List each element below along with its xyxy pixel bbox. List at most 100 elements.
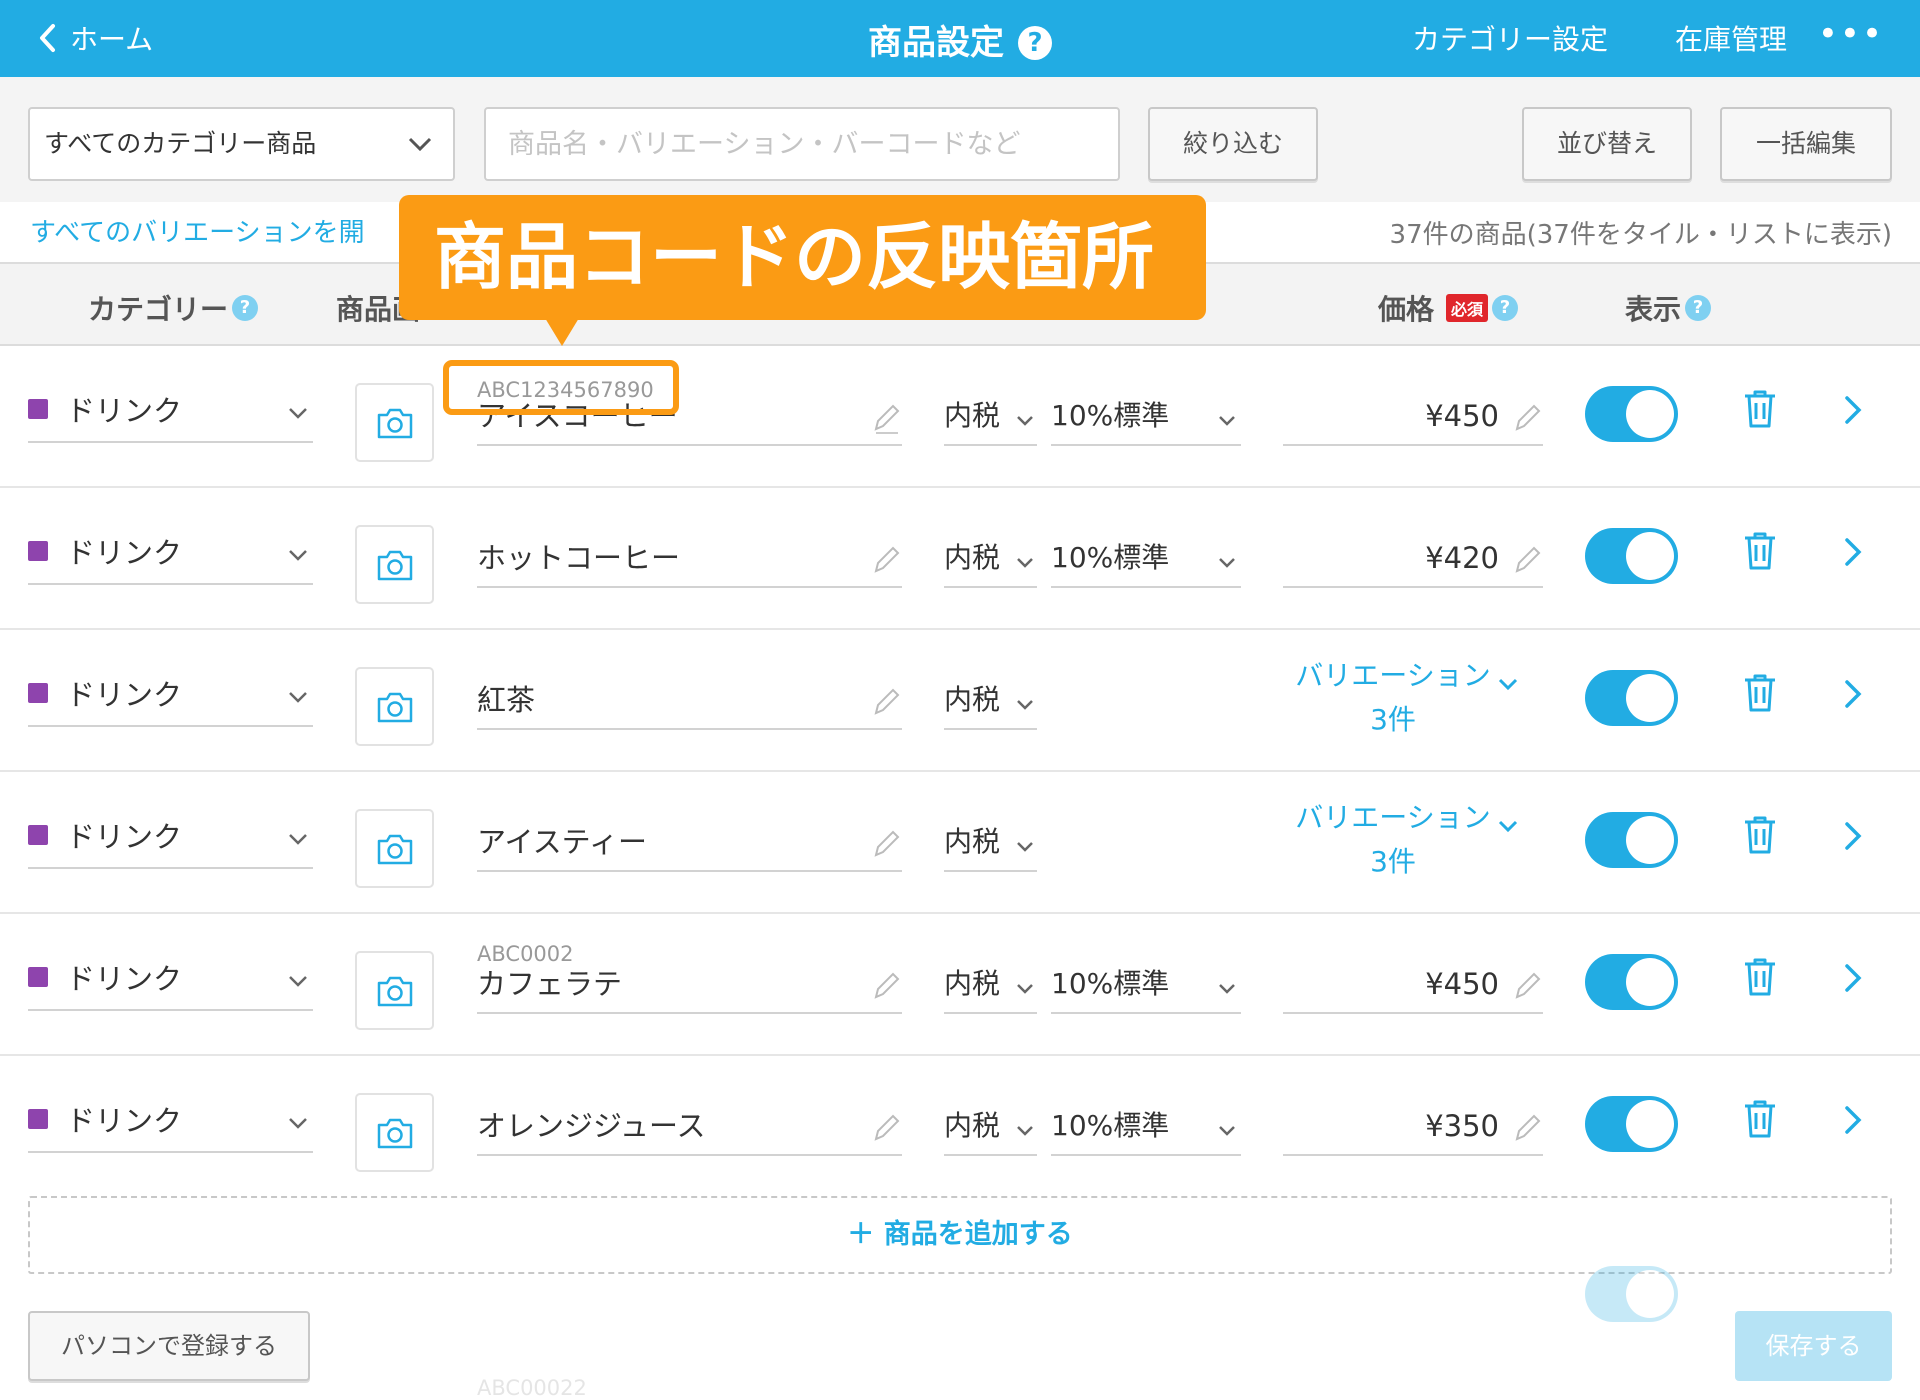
tax-rate-value: 10%標準 xyxy=(1051,399,1170,432)
chevron-down-icon xyxy=(1015,1103,1035,1171)
chevron-down-icon[interactable] xyxy=(1496,814,1520,844)
trash-icon[interactable] xyxy=(1742,956,1778,1002)
tax-rate-select[interactable]: 10%標準 xyxy=(1051,1101,1241,1156)
price-value: ¥450 xyxy=(1425,399,1499,433)
nav-inventory[interactable]: 在庫管理 xyxy=(1675,18,1787,58)
camera-icon[interactable] xyxy=(355,667,434,746)
tax-type-select[interactable]: 内税 xyxy=(944,817,1037,872)
filter-bar: すべてのカテゴリー商品 絞り込む 並び替え 一括編集 xyxy=(0,77,1920,202)
display-toggle[interactable] xyxy=(1585,528,1678,584)
chevron-right-icon[interactable] xyxy=(1843,1104,1863,1140)
product-name-field[interactable]: 紅茶 xyxy=(477,675,902,730)
camera-icon[interactable] xyxy=(355,383,434,462)
camera-icon[interactable] xyxy=(355,525,434,604)
tax-type-select[interactable]: 内税 xyxy=(944,391,1037,446)
camera-icon[interactable] xyxy=(355,951,434,1030)
add-product-button[interactable]: ＋ 商品を追加する xyxy=(28,1196,1892,1274)
question-circle-icon[interactable]: ? xyxy=(1685,295,1712,321)
product-name-field[interactable]: ホットコーヒー xyxy=(477,533,902,588)
display-toggle[interactable] xyxy=(1585,954,1678,1010)
category-select[interactable]: ドリンク xyxy=(28,807,313,869)
camera-icon[interactable] xyxy=(355,1093,434,1172)
save-button[interactable]: 保存する xyxy=(1735,1311,1892,1381)
tax-type-value: 内税 xyxy=(944,825,1001,858)
pencil-icon xyxy=(872,1105,900,1160)
trash-icon[interactable] xyxy=(1742,672,1778,718)
tax-type-select[interactable]: 内税 xyxy=(944,675,1037,730)
variation-toggle[interactable]: バリエーション 3件 xyxy=(1278,654,1508,742)
pencil-icon xyxy=(872,821,900,876)
chevron-right-icon[interactable] xyxy=(1843,536,1863,572)
chevron-right-icon[interactable] xyxy=(1843,962,1863,998)
product-name-field[interactable]: カフェラテ xyxy=(477,959,902,1014)
product-count: 37件の商品(37件をタイル・リストに表示) xyxy=(1389,220,1892,250)
category-select[interactable]: ドリンク xyxy=(28,949,313,1011)
footer-bar: パソコンで登録する 保存する xyxy=(0,1286,1920,1400)
chevron-down-icon xyxy=(1015,535,1035,603)
category-select[interactable]: ドリンク xyxy=(28,665,313,727)
pencil-icon xyxy=(872,679,900,734)
category-filter-select[interactable]: すべてのカテゴリー商品 xyxy=(28,107,455,181)
question-circle-icon[interactable]: ? xyxy=(232,295,259,321)
more-icon[interactable]: ••• xyxy=(1818,14,1884,54)
category-select[interactable]: ドリンク xyxy=(28,381,313,443)
column-category-label: カテゴリー xyxy=(88,293,229,326)
nav-category-settings[interactable]: カテゴリー設定 xyxy=(1412,18,1608,58)
help-icon[interactable]: ? xyxy=(1018,26,1052,60)
price-field[interactable]: ¥450 xyxy=(1283,959,1543,1014)
trash-icon[interactable] xyxy=(1742,1098,1778,1144)
trash-icon[interactable] xyxy=(1742,388,1778,434)
category-select[interactable]: ドリンク xyxy=(28,523,313,585)
sort-button[interactable]: 並び替え xyxy=(1522,107,1692,181)
narrow-button[interactable]: 絞り込む xyxy=(1148,107,1318,181)
top-bar: ホーム 商品設定? カテゴリー設定 在庫管理 ••• xyxy=(0,0,1920,77)
trash-icon[interactable] xyxy=(1742,814,1778,860)
register-on-pc-button[interactable]: パソコンで登録する xyxy=(28,1311,310,1381)
camera-icon[interactable] xyxy=(355,809,434,888)
display-toggle[interactable] xyxy=(1585,670,1678,726)
variation-count: 3件 xyxy=(1370,703,1416,736)
product-name-field[interactable]: アイスティー xyxy=(477,817,902,872)
tax-type-select[interactable]: 内税 xyxy=(944,1101,1037,1156)
price-field[interactable]: ¥450 xyxy=(1283,391,1543,446)
pencil-icon xyxy=(872,963,900,1018)
pencil-icon xyxy=(1513,963,1541,1018)
category-select[interactable]: ドリンク xyxy=(28,1091,313,1153)
chevron-down-icon xyxy=(1217,535,1237,603)
display-toggle[interactable] xyxy=(1585,1096,1678,1152)
tax-rate-select[interactable]: 10%標準 xyxy=(1051,959,1241,1014)
tax-rate-select[interactable]: 10%標準 xyxy=(1051,391,1241,446)
toggle-knob xyxy=(1626,1100,1674,1148)
pencil-icon xyxy=(1513,395,1541,450)
display-toggle[interactable] xyxy=(1585,812,1678,868)
price-field[interactable]: ¥420 xyxy=(1283,533,1543,588)
tax-type-value: 内税 xyxy=(944,683,1001,716)
chevron-down-icon xyxy=(1217,961,1237,1029)
product-name-field[interactable]: オレンジジュース xyxy=(477,1101,902,1156)
tax-type-select[interactable]: 内税 xyxy=(944,959,1037,1014)
tax-type-select[interactable]: 内税 xyxy=(944,533,1037,588)
price-field[interactable]: ¥350 xyxy=(1283,1101,1543,1156)
chevron-down-icon[interactable] xyxy=(1496,672,1520,702)
chevron-down-icon xyxy=(1015,819,1035,887)
category-color-swatch xyxy=(28,1109,48,1129)
toggle-knob xyxy=(1626,390,1674,438)
chevron-right-icon[interactable] xyxy=(1843,820,1863,856)
category-color-swatch xyxy=(28,683,48,703)
display-toggle[interactable] xyxy=(1585,386,1678,442)
tax-rate-select[interactable]: 10%標準 xyxy=(1051,533,1241,588)
tax-type-value: 内税 xyxy=(944,967,1001,1000)
variation-toggle[interactable]: バリエーション 3件 xyxy=(1278,796,1508,884)
bulk-edit-button[interactable]: 一括編集 xyxy=(1720,107,1892,181)
chevron-down-icon xyxy=(1015,393,1035,461)
search-input[interactable] xyxy=(484,107,1120,181)
column-display: 表示? xyxy=(1625,288,1712,328)
tax-type-value: 内税 xyxy=(944,399,1001,432)
chevron-right-icon[interactable] xyxy=(1843,678,1863,714)
category-value: ドリンク xyxy=(66,536,183,570)
chevron-right-icon[interactable] xyxy=(1843,394,1863,430)
question-circle-icon[interactable]: ? xyxy=(1492,295,1519,321)
expand-all-variations-link[interactable]: すべてのバリエーションを開 xyxy=(30,212,365,249)
column-price-label: 価格 xyxy=(1378,293,1435,326)
trash-icon[interactable] xyxy=(1742,530,1778,576)
